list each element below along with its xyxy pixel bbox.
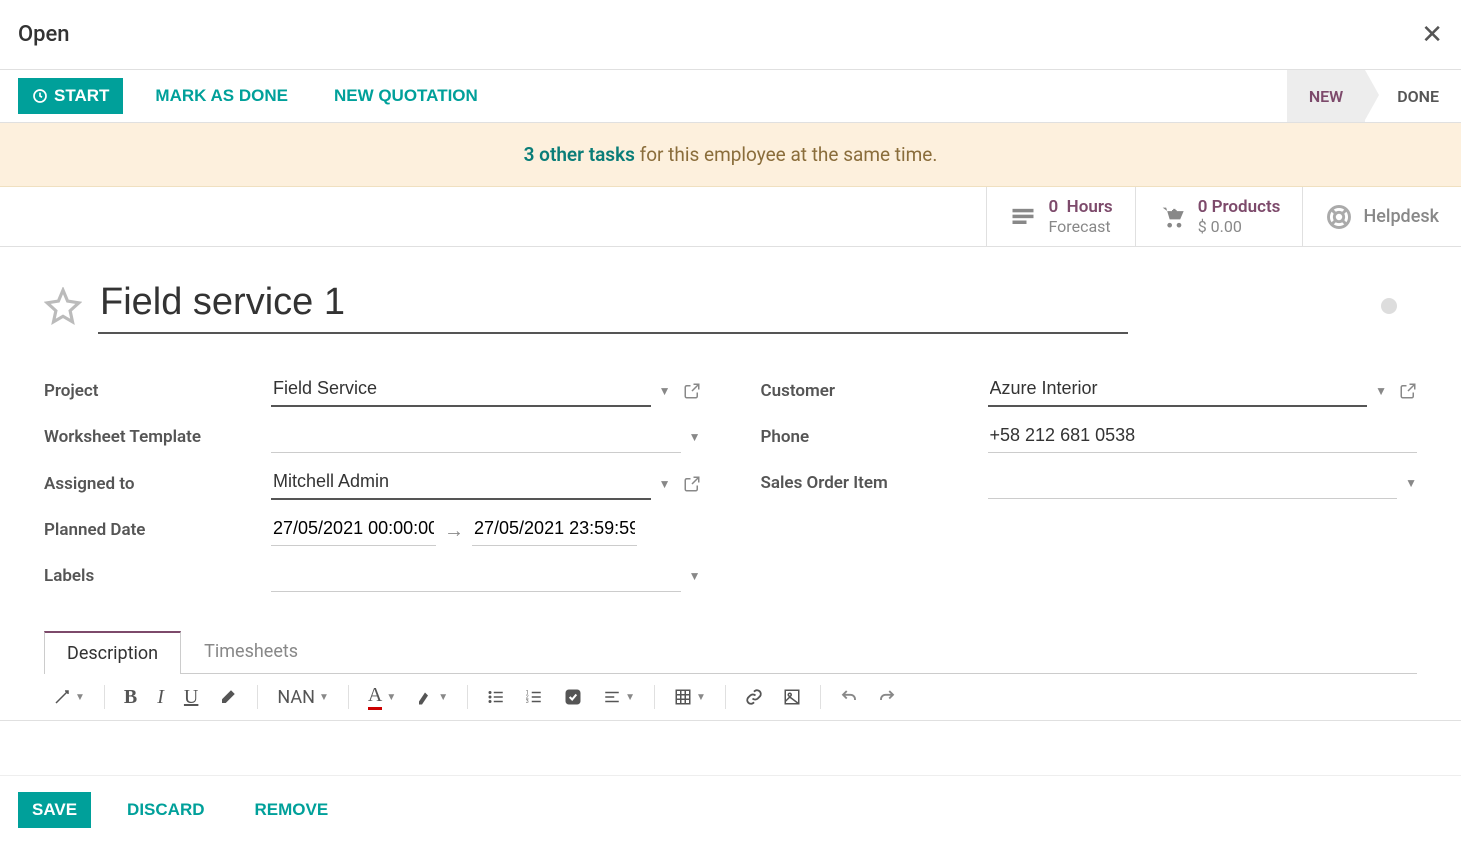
image-button[interactable]	[774, 684, 810, 710]
banner-link[interactable]: 3 other tasks	[524, 143, 635, 166]
list-icon	[1009, 203, 1037, 231]
start-button[interactable]: START	[18, 78, 123, 114]
worksheet-field[interactable]	[271, 421, 681, 453]
kanban-state-dot[interactable]	[1381, 298, 1397, 314]
external-link-icon[interactable]	[683, 475, 701, 493]
underline-button[interactable]: U	[175, 682, 207, 713]
priority-star-icon[interactable]	[44, 287, 82, 325]
planned-from-field[interactable]	[271, 514, 436, 546]
chevron-down-icon[interactable]: ▼	[689, 569, 701, 583]
chevron-down-icon[interactable]: ▼	[1405, 476, 1417, 490]
task-title-input[interactable]	[98, 277, 1128, 334]
clock-icon	[32, 88, 48, 104]
status-new[interactable]: NEW	[1287, 70, 1365, 122]
planned-label: Planned Date	[44, 520, 259, 540]
editor-toolbar: ▼ B I U NAN ▼ A ▼ ▼ 123 ▼ ▼	[0, 674, 1461, 721]
labels-field[interactable]	[271, 560, 681, 592]
cart-icon	[1158, 203, 1186, 231]
assigned-label: Assigned to	[44, 474, 259, 494]
wand-icon[interactable]: ▼	[44, 684, 94, 710]
ul-button[interactable]	[478, 684, 514, 710]
checklist-button[interactable]	[554, 683, 592, 711]
status-bar: NEW DONE	[1287, 70, 1461, 122]
tab-description[interactable]: Description	[44, 631, 181, 674]
assigned-field[interactable]	[271, 467, 651, 500]
helpdesk-stat[interactable]: Helpdesk	[1302, 187, 1461, 246]
tab-timesheets[interactable]: Timesheets	[181, 630, 321, 673]
arrow-right-icon: →	[444, 518, 464, 543]
chevron-down-icon[interactable]: ▼	[1375, 384, 1387, 398]
worksheet-label: Worksheet Template	[44, 427, 259, 447]
close-icon[interactable]: ✕	[1421, 20, 1443, 50]
table-button[interactable]: ▼	[665, 684, 715, 710]
save-button[interactable]: SAVE	[18, 792, 91, 828]
new-quotation-button[interactable]: NEW QUOTATION	[320, 78, 492, 114]
phone-field[interactable]	[988, 421, 1418, 453]
link-button[interactable]	[736, 684, 772, 710]
discard-button[interactable]: DISCARD	[113, 792, 218, 828]
helpdesk-icon	[1325, 203, 1353, 231]
eraser-icon[interactable]	[209, 684, 247, 710]
modal-header: Open ✕	[0, 0, 1461, 70]
external-link-icon[interactable]	[1399, 382, 1417, 400]
align-button[interactable]: ▼	[594, 684, 644, 710]
svg-text:3: 3	[526, 699, 529, 705]
chevron-down-icon[interactable]: ▼	[659, 384, 671, 398]
ol-button[interactable]: 123	[516, 684, 552, 710]
font-size-select[interactable]: NAN ▼	[268, 683, 338, 712]
undo-button[interactable]	[831, 684, 867, 710]
phone-label: Phone	[761, 427, 976, 447]
remove-button[interactable]: REMOVE	[241, 792, 343, 828]
font-color-button[interactable]: A ▼	[359, 680, 405, 714]
modal-footer: SAVE DISCARD REMOVE	[0, 775, 1461, 843]
mark-done-button[interactable]: MARK AS DONE	[141, 78, 302, 114]
customer-field[interactable]	[988, 374, 1368, 407]
bold-button[interactable]: B	[115, 682, 146, 713]
soi-field[interactable]	[988, 467, 1398, 499]
project-field[interactable]	[271, 374, 651, 407]
status-done[interactable]: DONE	[1365, 70, 1461, 122]
soi-label: Sales Order Item	[761, 473, 976, 493]
external-link-icon[interactable]	[683, 382, 701, 400]
customer-label: Customer	[761, 381, 976, 401]
planned-to-field[interactable]	[472, 514, 637, 546]
chevron-down-icon[interactable]: ▼	[689, 430, 701, 444]
highlight-button[interactable]: ▼	[407, 684, 457, 710]
chevron-down-icon[interactable]: ▼	[659, 477, 671, 491]
conflict-banner: 3 other tasks for this employee at the s…	[0, 123, 1461, 187]
labels-label: Labels	[44, 566, 259, 586]
forecast-stat[interactable]: 0 Hours Forecast	[986, 187, 1135, 246]
italic-button[interactable]: I	[148, 682, 173, 713]
project-label: Project	[44, 381, 259, 401]
modal-title: Open	[18, 22, 70, 47]
redo-button[interactable]	[869, 684, 905, 710]
products-stat[interactable]: 0 Products $ 0.00	[1135, 187, 1303, 246]
